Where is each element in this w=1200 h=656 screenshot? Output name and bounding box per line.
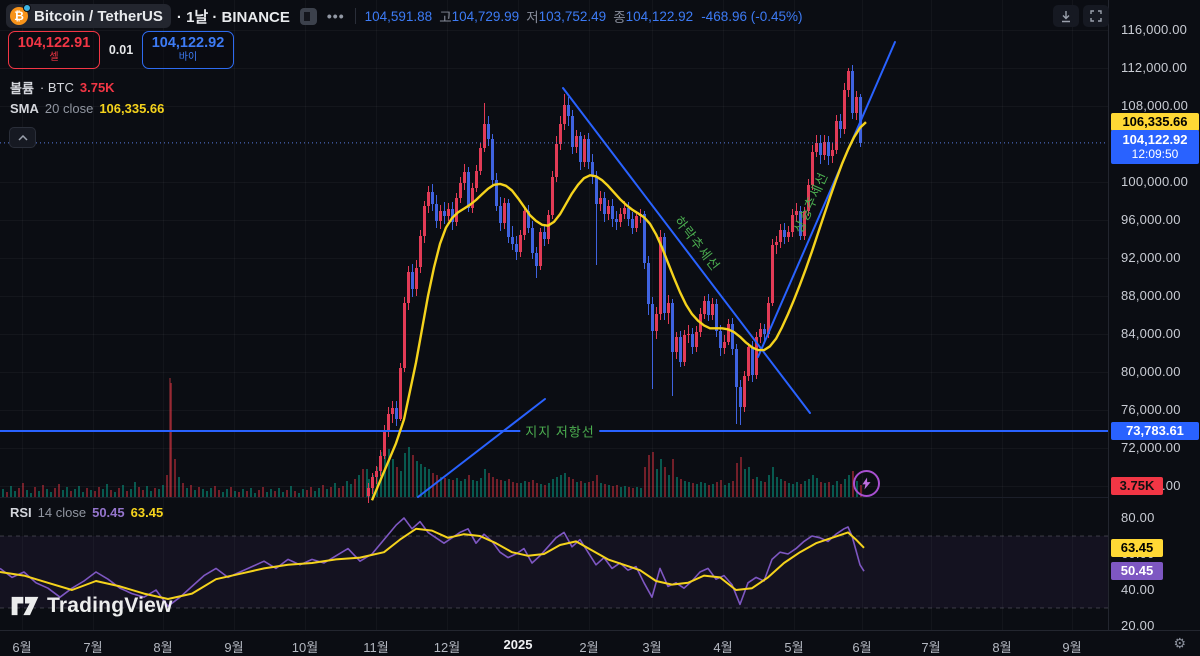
annotation-layer: 하락추세선 상승추세선 지지 저항선 [0, 0, 1108, 630]
last-price-value: 104,122.92 [1122, 131, 1188, 147]
axis-settings-gear-icon[interactable]: ⚙ [1173, 635, 1186, 652]
sma-indicator-value: 106,335.66 [99, 101, 165, 116]
support-price-label: 73,783.61 [1111, 422, 1199, 441]
price-tick-label: 112,000.00 [1121, 60, 1188, 75]
ohlc-change: -468.96 (-0.45%) [701, 8, 803, 24]
flag-icon[interactable] [299, 7, 317, 25]
time-tick-label: 9월 [224, 640, 244, 655]
time-tick-label: 7월 [83, 640, 103, 655]
price-tick-label: 108,000.00 [1121, 98, 1189, 113]
rsi-indicator-name: RSI [10, 505, 32, 520]
time-tick-label: 6월 [852, 640, 872, 655]
watermark-text: TradingView [47, 594, 173, 617]
time-tick-label: 8월 [153, 640, 173, 655]
sma-indicator-params: 20 close [44, 101, 94, 116]
tradingview-watermark: TradingView [10, 594, 173, 618]
spread-value: 0.01 [108, 43, 134, 57]
rsi-tick-label: 80.00 [1121, 510, 1155, 525]
price-tick-label: 92,000.00 [1121, 250, 1181, 265]
volume-indicator-value: 3.75K [79, 80, 115, 95]
symbol-button[interactable]: ₿ Bitcoin / TetherUS [6, 4, 171, 28]
volume-indicator-name: 볼륨 [10, 81, 34, 96]
rsi-ma-axis-label: 63.45 [1111, 538, 1163, 557]
chevron-up-icon [17, 134, 28, 141]
price-tick-label: 116,000.00 [1121, 22, 1188, 37]
uptrend-line-label[interactable]: 상승추세선 [788, 169, 832, 236]
sma-legend[interactable]: SMA 20 close 106,335.66 [10, 101, 164, 116]
fullscreen-icon [1090, 10, 1102, 22]
tradingview-app: 하락추세선 상승추세선 지지 저항선 TradingView ₿ Bitcoin… [0, 0, 1200, 656]
rsi-indicator-value: 50.45 [92, 505, 125, 520]
download-button[interactable] [1053, 5, 1079, 27]
ohlc-close: 104,122.92 [625, 8, 694, 24]
time-axis[interactable]: ⚙ 6월 7월 8월 9월 10월 11월 12월 2025 2월 3월 4월 5월 6월 7월 8월 9월 [0, 630, 1200, 656]
volume-indicator-sep: · BTC [39, 80, 74, 95]
buy-button[interactable]: 104,122.92 바이 [142, 31, 234, 69]
lightning-icon [862, 477, 871, 490]
last-price-label: 104,122.92 12:09:50 [1111, 129, 1199, 164]
ohlc-close-label: 종 [613, 10, 626, 25]
time-tick-label: 4월 [713, 640, 733, 655]
volume-axis-label: 3.75K [1111, 477, 1163, 495]
ohlc-open: 104,591.88 [364, 8, 433, 24]
time-tick-label: 9월 [1062, 640, 1082, 655]
price-tick-label: 72,000.00 [1121, 440, 1181, 455]
downtrend-line-label[interactable]: 하락추세선 [671, 212, 726, 275]
time-tick-label: 6월 [12, 640, 32, 655]
download-icon [1062, 10, 1070, 22]
more-options-icon[interactable]: ••• [327, 8, 345, 24]
rsi-tick-label: 40.00 [1121, 582, 1155, 597]
time-tick-label: 7월 [921, 640, 941, 655]
last-price-time: 12:09:50 [1131, 146, 1179, 161]
price-tick-label: 96,000.00 [1121, 212, 1181, 227]
ohlc-high-label: 고 [439, 10, 452, 25]
divider [354, 8, 356, 24]
symbol-interval-exchange[interactable]: · 1날 · BINANCE [177, 6, 290, 27]
buy-price: 104,122.92 [151, 35, 225, 51]
trade-panel: 104,122.91 셀 0.01 104,122.92 바이 [8, 31, 234, 69]
support-line-label[interactable]: 지지 저항선 [520, 421, 600, 441]
fullscreen-button[interactable] [1083, 5, 1109, 27]
time-tick-label: 12월 [433, 640, 461, 655]
time-tick-label: 11월 [363, 640, 389, 655]
bitcoin-icon: ₿ [10, 4, 31, 25]
time-tick-label: 10월 [291, 640, 319, 655]
sma-price-label: 106,335.66 [1111, 112, 1199, 131]
symbol-title: Bitcoin / TetherUS [34, 7, 163, 25]
ohlc-low: 103,752.49 [538, 8, 607, 24]
time-tick-label: 8월 [992, 640, 1012, 655]
symbol-row: ₿ Bitcoin / TetherUS · 1날 · BINANCE ••• … [6, 4, 803, 28]
price-tick-label: 84,000.00 [1121, 326, 1181, 341]
rsi-axis-label: 50.45 [1111, 562, 1163, 581]
rsi-legend[interactable]: RSI 14 close 50.45 63.45 [10, 505, 163, 520]
ohlc-high: 104,729.99 [451, 8, 520, 24]
price-tick-label: 100,000.00 [1121, 174, 1189, 189]
time-tick-label: 2025 [503, 637, 533, 652]
time-tick-label: 2월 [579, 640, 599, 655]
price-tick-label: 88,000.00 [1121, 288, 1181, 303]
buy-label: 바이 [178, 52, 198, 63]
collapse-legend-button[interactable] [9, 127, 36, 148]
lightning-button[interactable] [853, 470, 880, 497]
rsi-indicator-params: 14 close [37, 505, 87, 520]
sma-indicator-name: SMA [10, 101, 39, 116]
volume-legend[interactable]: 볼륨 · BTC 3.75K [10, 78, 115, 97]
rsi-ma-value: 63.45 [130, 505, 164, 520]
sell-label: 셀 [49, 52, 59, 63]
sell-price: 104,122.91 [17, 35, 91, 51]
ohlc-readout: 104,591.88 고 104,729.99 저 103,752.49 종 1… [365, 6, 803, 26]
ohlc-low-label: 저 [526, 10, 539, 25]
exchange-badge-icon [23, 4, 31, 12]
price-axis[interactable]: 116,000.00 112,000.00 108,000.00 100,000.00… [1108, 0, 1200, 633]
tradingview-logo-icon [11, 596, 39, 616]
time-tick-label: 5월 [784, 640, 804, 655]
time-tick-label: 3월 [642, 640, 662, 655]
price-tick-label: 80,000.00 [1121, 364, 1181, 379]
price-tick-label: 76,000.00 [1121, 402, 1181, 417]
sell-button[interactable]: 104,122.91 셀 [8, 31, 100, 69]
